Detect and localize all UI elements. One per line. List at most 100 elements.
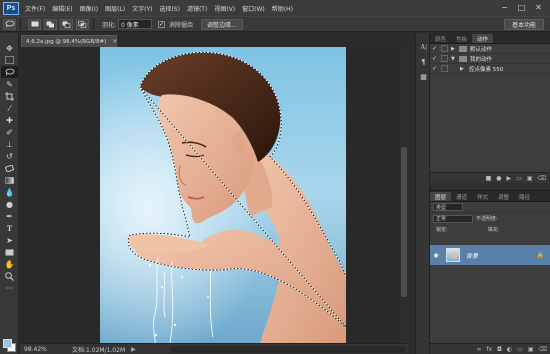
move-tool-icon[interactable]: ✥ [1,42,18,54]
workspace-button[interactable]: 基本功能 [504,19,544,30]
document-image[interactable] [100,47,346,343]
adjustment-layer-icon[interactable]: ◐ [507,346,512,353]
document-tab[interactable]: 4.6.2a.jpg @ 98.4%(RGB/8#) × [21,35,117,47]
collapse-triangle-icon[interactable]: ▼ [451,56,457,62]
layer-filter-select[interactable]: 类型 [433,203,463,211]
new-action-icon[interactable]: ▣ [527,175,533,182]
maximize-button[interactable]: □ [514,2,529,13]
action-set-row[interactable]: ✓ ▼ 我的动作 [430,54,550,64]
close-button[interactable]: ✕ [531,2,546,13]
expand-triangle-icon[interactable]: ▶ [451,46,457,52]
new-selection-icon[interactable] [28,18,41,30]
eraser-tool-icon[interactable] [1,162,18,174]
menu-window[interactable]: 窗口(W) [242,4,265,13]
action-toggle-check[interactable]: ✓ [430,45,439,52]
menu-filter[interactable]: 滤镜(T) [187,4,207,13]
visibility-eye-icon[interactable]: ◉ [430,252,442,259]
action-toggle-check[interactable]: ✓ [430,55,439,62]
zoom-level[interactable]: 98.42% [24,346,58,353]
tab-styles[interactable]: 样式 [472,192,493,201]
add-mask-icon[interactable]: ◘ [497,346,502,353]
clone-stamp-tool-icon[interactable]: ⊥ [1,138,18,150]
new-set-icon[interactable]: ▭ [516,175,522,182]
vertical-scrollbar-thumb[interactable] [401,147,407,297]
menu-layer[interactable]: 图层(L) [105,4,125,13]
tab-layers[interactable]: 图层 [430,192,452,201]
brush-panel-icon[interactable]: ▦ [417,71,430,83]
hand-tool-icon[interactable]: ✋ [1,258,18,270]
tab-channels[interactable]: 通道 [451,192,472,201]
stop-icon[interactable]: ■ [486,175,492,182]
feather-input[interactable] [118,19,153,29]
menu-type[interactable]: 文字(Y) [132,4,152,13]
panel-icon-strip: A| ¶ ▦ [415,33,430,354]
marquee-tool-icon[interactable] [1,54,18,66]
right-panels: 颜色 色板 动作 ✓ ▶ 默认动作 ✓ ▼ 我的动作 ✓ ▶ 控点像素 550 … [430,33,550,354]
menu-image[interactable]: 图像(I) [80,4,98,13]
play-icon[interactable]: ▶ [507,175,512,182]
healing-brush-tool-icon[interactable]: ✚ [1,114,18,126]
blend-row: 正常 不透明度: [430,213,550,224]
menu-select[interactable]: 选择(S) [159,4,180,13]
tab-paths[interactable]: 路径 [514,192,535,201]
menu-file[interactable]: 文件(F) [25,4,45,13]
subtract-from-selection-icon[interactable] [60,18,73,30]
document-tab-title: 4.6.2a.jpg @ 98.4%(RGB/8#) [26,38,107,45]
quick-selection-tool-icon[interactable]: ✎ [1,78,18,90]
close-tab-icon[interactable]: × [112,38,117,45]
tab-color[interactable]: 颜色 [430,34,451,43]
action-row[interactable]: ✓ ▶ 控点像素 550 [430,64,550,74]
link-layers-icon[interactable]: ∞ [477,346,482,353]
menu-edit[interactable]: 编辑(E) [52,4,72,13]
tab-actions[interactable]: 动作 [472,34,494,43]
brush-tool-icon[interactable]: ✐ [1,126,18,138]
horizontal-scrollbar[interactable] [170,346,406,353]
refine-edge-button[interactable]: 调整边缘... [201,18,243,30]
lasso-tool-preset-icon[interactable] [3,18,16,30]
blur-tool-icon[interactable]: 💧 [1,186,18,198]
intersect-selection-icon[interactable] [76,18,89,30]
zoom-tool-icon[interactable] [1,270,18,282]
lasso-tool-icon[interactable] [1,66,18,78]
minimize-button[interactable]: − [497,2,512,13]
path-selection-tool-icon[interactable]: ➤ [1,234,18,246]
action-dialog-toggle[interactable] [441,65,448,72]
vertical-scrollbar[interactable] [400,47,408,343]
character-panel-icon[interactable]: A| [417,41,430,53]
eyedropper-tool-icon[interactable]: ⁄ [1,102,18,114]
expand-triangle-icon[interactable]: ▶ [460,66,466,72]
record-icon[interactable]: ● [496,175,501,182]
action-label: 控点像素 550 [469,66,504,73]
trash-icon[interactable]: ⌫ [538,175,546,182]
tab-swatches[interactable]: 色板 [451,34,472,43]
new-layer-icon[interactable]: ▣ [528,346,534,353]
antialias-checkbox[interactable]: ✓ [158,20,166,28]
menu-view[interactable]: 视图(V) [214,4,235,13]
layer-style-icon[interactable]: fx [487,346,493,353]
pen-tool-icon[interactable]: ✒ [1,210,18,222]
layer-name[interactable]: 背景 [466,251,478,260]
crop-tool-icon[interactable] [1,90,18,102]
edit-toolbar-icon[interactable]: ··· [1,282,18,294]
dodge-tool-icon[interactable]: ● [1,198,18,210]
action-dialog-toggle[interactable] [441,55,448,62]
trash-icon[interactable]: ⌫ [539,346,547,353]
rectangle-tool-icon[interactable] [1,246,18,258]
action-toggle-check[interactable]: ✓ [430,65,439,72]
add-to-selection-icon[interactable] [44,18,57,30]
action-dialog-toggle[interactable] [441,45,448,52]
tab-adjustments[interactable]: 调整 [493,192,514,201]
action-set-row[interactable]: ✓ ▶ 默认动作 [430,44,550,54]
paragraph-panel-icon[interactable]: ¶ [417,56,430,68]
type-tool-icon[interactable]: T [1,222,18,234]
lock-label: 锁定: [436,227,448,233]
status-menu-arrow-icon[interactable]: ▶ [131,346,136,353]
new-group-icon[interactable]: ▭ [517,346,523,353]
menu-help[interactable]: 帮助(H) [272,4,293,13]
gradient-tool-icon[interactable] [1,174,18,186]
blend-mode-select[interactable]: 正常 [433,214,473,223]
canvas-area[interactable] [20,47,408,343]
layer-row-background[interactable]: ◉ 背景 🔒 [430,245,550,265]
foreground-color-swatch[interactable] [3,339,12,348]
history-brush-tool-icon[interactable]: ↺ [1,150,18,162]
